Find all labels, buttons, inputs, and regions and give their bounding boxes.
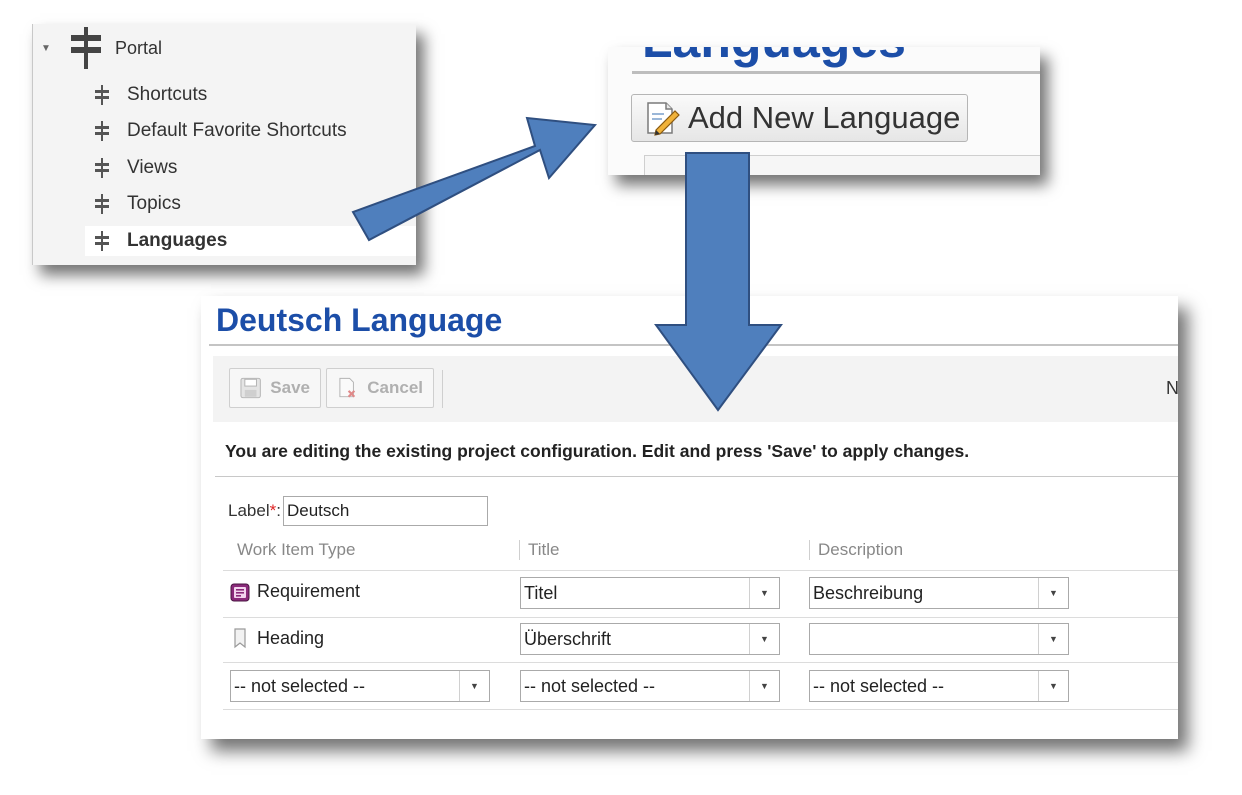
dropdown-arrow-icon[interactable]: ▼ [749, 578, 779, 608]
dropdown-arrow-icon[interactable]: ▼ [749, 671, 779, 701]
title-divider [209, 344, 1178, 346]
tree-item-label: Languages [127, 230, 228, 251]
editor-title: Deutsch Language [216, 302, 503, 338]
tree-item-default-favorite-shortcuts[interactable]: Default Favorite Shortcuts [91, 116, 347, 146]
signpost-icon [95, 158, 109, 178]
project-tree-panel: ▼ Portal Shortcuts Default Favorite Shor… [32, 24, 416, 265]
row-divider [223, 570, 1178, 571]
tree-item-label: Shortcuts [127, 84, 208, 105]
column-header-description: Description [809, 540, 903, 560]
tree-node-portal[interactable]: ▼ Portal [41, 27, 163, 69]
toolbar-divider [442, 370, 443, 408]
select-value: Überschrift [524, 628, 612, 649]
requirement-icon [230, 583, 250, 601]
row-divider [223, 709, 1178, 710]
dropdown-arrow-icon[interactable]: ▼ [749, 624, 779, 654]
heading-icon [234, 628, 246, 649]
tree-item-label: Default Favorite Shortcuts [127, 120, 347, 141]
title-select[interactable]: Überschrift ▼ [520, 623, 780, 655]
info-divider [215, 476, 1178, 477]
dropdown-arrow-icon[interactable]: ▼ [1038, 624, 1068, 654]
editing-info-message: You are editing the existing project con… [225, 441, 970, 461]
add-new-language-button[interactable]: Add New Language [631, 94, 968, 142]
tree-item-views[interactable]: Views [91, 153, 177, 183]
description-select[interactable]: Beschreibung ▼ [809, 577, 1069, 609]
row-divider [223, 617, 1178, 618]
edit-document-icon [647, 102, 680, 136]
tree-node-label: Portal [115, 37, 163, 58]
tree-item-label: Topics [127, 193, 181, 214]
work-item-type-select[interactable]: -- not selected -- ▼ [230, 670, 490, 702]
floppy-disk-icon [240, 377, 261, 399]
language-editor-panel: Deutsch Language Save Cancel N You are e… [201, 296, 1178, 739]
signpost-icon [95, 85, 109, 105]
tree-item-label: Views [127, 157, 178, 178]
title-divider [632, 71, 1040, 74]
select-value: Titel [524, 582, 558, 603]
label-input[interactable] [282, 496, 488, 526]
label-field-row: Label * : [228, 496, 488, 526]
signpost-icon [71, 27, 101, 69]
save-button[interactable]: Save [229, 368, 321, 408]
description-select[interactable]: -- not selected -- ▼ [809, 670, 1069, 702]
label-field-caption: Label [228, 501, 270, 520]
languages-panel: Languages Add New Language [608, 47, 1040, 175]
title-select[interactable]: Titel ▼ [520, 577, 780, 609]
row-divider [223, 662, 1178, 663]
cancel-document-icon [339, 377, 356, 398]
cancel-button[interactable]: Cancel [326, 368, 434, 408]
column-header-title: Title [519, 540, 560, 560]
dropdown-arrow-icon[interactable]: ▼ [1038, 578, 1068, 608]
select-value: -- not selected -- [524, 675, 656, 696]
select-value: -- not selected -- [813, 675, 945, 696]
title-select[interactable]: -- not selected -- ▼ [520, 670, 780, 702]
button-label: Add New Language [688, 100, 961, 135]
label-colon: : [276, 501, 281, 520]
column-header-work-item-type: Work Item Type [237, 540, 356, 559]
dropdown-arrow-icon[interactable]: ▼ [1038, 671, 1068, 701]
tree-item-shortcuts[interactable]: Shortcuts [91, 80, 207, 110]
collapse-caret-icon[interactable]: ▼ [41, 43, 53, 54]
dropdown-arrow-icon[interactable]: ▼ [459, 671, 489, 701]
select-value: -- not selected -- [234, 675, 366, 696]
toolbar-truncated-text: N [1166, 378, 1178, 398]
page-title: Languages [642, 47, 906, 69]
tree-item-topics[interactable]: Topics [91, 189, 181, 219]
work-item-type-requirement: Requirement [230, 581, 360, 602]
work-item-type-label: Requirement [257, 581, 361, 601]
signpost-icon [95, 194, 109, 214]
save-label: Save [270, 378, 310, 397]
tree-item-languages[interactable]: Languages [85, 226, 416, 256]
required-marker: * [269, 501, 277, 520]
signpost-icon [95, 121, 109, 141]
work-item-type-heading: Heading [230, 627, 324, 649]
languages-table-edge [644, 155, 1040, 175]
signpost-icon [95, 231, 109, 251]
select-value: Beschreibung [813, 582, 924, 603]
editor-toolbar: Save Cancel N [213, 356, 1178, 422]
description-select[interactable]: ▼ [809, 623, 1069, 655]
cancel-label: Cancel [367, 378, 423, 397]
work-item-type-label: Heading [257, 627, 325, 648]
